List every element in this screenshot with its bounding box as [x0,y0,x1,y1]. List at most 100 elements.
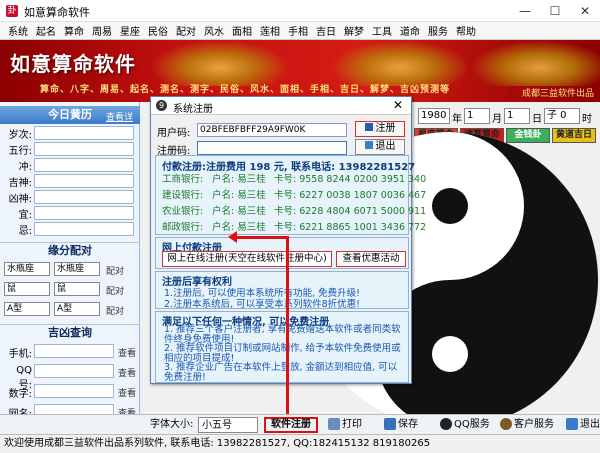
save-button[interactable]: 保存 [384,417,418,433]
minimize-button[interactable]: — [510,0,540,22]
rights-section: 注册后享有权利 1.注册后, 可以使用本系统所有功能, 免费升级! 2.注册本系统… [155,271,409,310]
pair-select-a[interactable]: 鼠 [4,282,50,296]
print-button[interactable]: 打印 [328,417,362,433]
free-section: 满足以下任何一种情况, 可以免费注册 1. 推荐三个客户注册者, 享有免费赠送本… [155,311,409,383]
menu-item[interactable]: 周易 [88,23,116,38]
luck-view-button[interactable]: 查看 [118,386,136,399]
day-select[interactable]: 1 [504,108,530,124]
almanac-row-value [34,222,134,236]
dialog-close-icon[interactable]: ✕ [393,98,403,112]
exit-icon [566,418,578,430]
menu-item[interactable]: 莲相 [256,23,284,38]
customer-service-button[interactable]: 客户服务 [500,417,554,433]
free-item: 1. 推荐三个客户注册者, 享有免费赠送本软件或者同类软件终身免费使用! [164,324,401,345]
dragon-decoration [150,40,290,86]
menu-bar: 系统 起名 算命 周易 星座 民俗 配对 风水 面相 莲相 手相 吉日 解梦 工具 道命 服务 帮助 [0,22,600,40]
menu-item[interactable]: 服务 [424,23,452,38]
bank-card-number: 卡号: 6228 4804 6071 5000 911 [274,206,427,217]
bank-account-name: 户名: 易三桂 [212,190,266,201]
exit-app-button[interactable]: 退出 [566,417,600,433]
maximize-button[interactable]: ☐ [540,0,570,22]
pair-button[interactable]: 配对 [106,304,124,317]
menu-item[interactable]: 面相 [228,23,256,38]
menu-item[interactable]: 配对 [172,23,200,38]
pair-select-b[interactable]: 鼠 [54,282,100,296]
printer-icon [328,418,340,430]
banner-title: 如意算命软件 [10,52,136,76]
bank-card-number: 卡号: 9558 8244 0200 3951 340 [274,174,427,185]
luck-view-button[interactable]: 查看 [118,366,136,379]
promo-button[interactable]: 查看优惠活动 [336,251,406,267]
luck-input[interactable] [34,384,114,398]
menu-item[interactable]: 星座 [116,23,144,38]
banner: 如意算命软件 算命、八字、周易、起名、测名、测字、民俗、风水、面相、手相、吉日、… [0,40,600,102]
menu-item[interactable]: 算命 [60,23,88,38]
exit-button[interactable]: 退出 [355,139,405,155]
dialog-icon: 9 [156,100,167,111]
bank-account-name: 户名: 易三桂 [212,222,266,233]
almanac-detail-link[interactable]: 查看详 [106,110,133,123]
rights-item: 2.注册本系统后, 可以享受本系列软件8折优惠! [164,299,360,310]
pair-button[interactable]: 配对 [106,284,124,297]
almanac-row-value [34,206,134,220]
online-section: 网上付款注册 网上在线注册(天空在线软件注册中心) 查看优惠活动 [155,237,409,269]
almanac-row-label: 凶神: [8,194,32,205]
almanac-row-value [34,142,134,156]
menu-item[interactable]: 解梦 [340,23,368,38]
luck-input[interactable] [34,364,114,378]
software-register-button[interactable]: 软件注册 [264,417,318,433]
hour-select[interactable]: 子 0 [544,108,580,124]
almanac-row-value [34,190,134,204]
pair-select-b[interactable]: 水瓶座 [54,262,100,276]
pair-button[interactable]: 配对 [106,264,124,277]
exit-icon [364,141,373,149]
reg-code-field[interactable] [197,141,347,155]
bottom-toolbar: 字体大小: 小五号 软件注册 打印 保存 QQ服务 客户服务 退出 [0,414,600,434]
menu-item[interactable]: 起名 [32,23,60,38]
free-item: 3. 推荐企业广告在本软件上登放, 金额达到相应值, 可以免费注册! [164,362,398,383]
register-icon [364,123,373,131]
person-icon [500,418,512,430]
tiger-decoration [470,40,600,86]
free-item: 2. 推荐软件项目订制或网站制作, 给予本软件免费使用或相应的项目提成! [164,343,401,364]
luck-view-button[interactable]: 查看 [118,346,136,359]
month-select[interactable]: 1 [464,108,490,124]
pair-select-a[interactable]: A型 [4,302,50,316]
menu-item[interactable]: 帮助 [452,23,480,38]
almanac-row-label: 宜: [18,210,32,221]
font-size-select[interactable]: 小五号 [198,417,258,433]
menu-item[interactable]: 道命 [396,23,424,38]
window-title: 如意算命软件 [24,6,90,19]
almanac-row-label: 五行: [8,146,32,157]
bank-account-name: 户名: 易三桂 [212,174,266,185]
luck-row-label: 数字: [8,389,32,400]
menu-item[interactable]: 工具 [368,23,396,38]
user-code-field[interactable]: 02BFEBFBFF29A9FW0K [197,123,347,137]
hour-unit: 时 [582,114,592,125]
bank-card-number: 卡号: 6221 8865 1001 3436 772 [274,222,427,233]
almanac-title: 今日黄历 [48,108,92,121]
menu-item[interactable]: 手相 [284,23,312,38]
user-code-label: 用户码: [157,128,191,139]
register-button[interactable]: 注册 [355,121,405,137]
banner-slogan: 算命、八字、周易、起名、测名、测字、民俗、风水、面相、手相、吉日、解梦、吉凶预测… [40,85,451,95]
luck-row-label: 手机: [8,349,32,360]
qq-icon [440,418,452,430]
menu-item[interactable]: 风水 [200,23,228,38]
bank-card-number: 卡号: 6227 0038 1807 0036 467 [274,190,427,201]
banner-credit: 成都三益软件出品 [521,89,594,99]
pair-select-b[interactable]: A型 [54,302,100,316]
menu-item[interactable]: 吉日 [312,23,340,38]
menu-item[interactable]: 系统 [4,23,32,38]
online-register-button[interactable]: 网上在线注册(天空在线软件注册中心) [162,251,332,267]
qq-service-button[interactable]: QQ服务 [440,417,490,433]
pay-section: 付款注册:注册费用 198 元, 联系电话: 13982281527 工商银行:… [155,155,426,235]
almanac-row-value [34,158,134,172]
annotation-arrowhead [228,231,237,243]
close-button[interactable]: ✕ [570,0,600,22]
left-panel: 今日黄历 查看详 岁次: 五行: 冲: 吉神: 凶神: 宜: 忌: 缘分配对 水瓶座 水瓶座配… [0,102,140,432]
pair-select-a[interactable]: 水瓶座 [4,262,50,276]
year-select[interactable]: 1980 [418,108,450,124]
luck-input[interactable] [34,344,114,358]
menu-item[interactable]: 民俗 [144,23,172,38]
